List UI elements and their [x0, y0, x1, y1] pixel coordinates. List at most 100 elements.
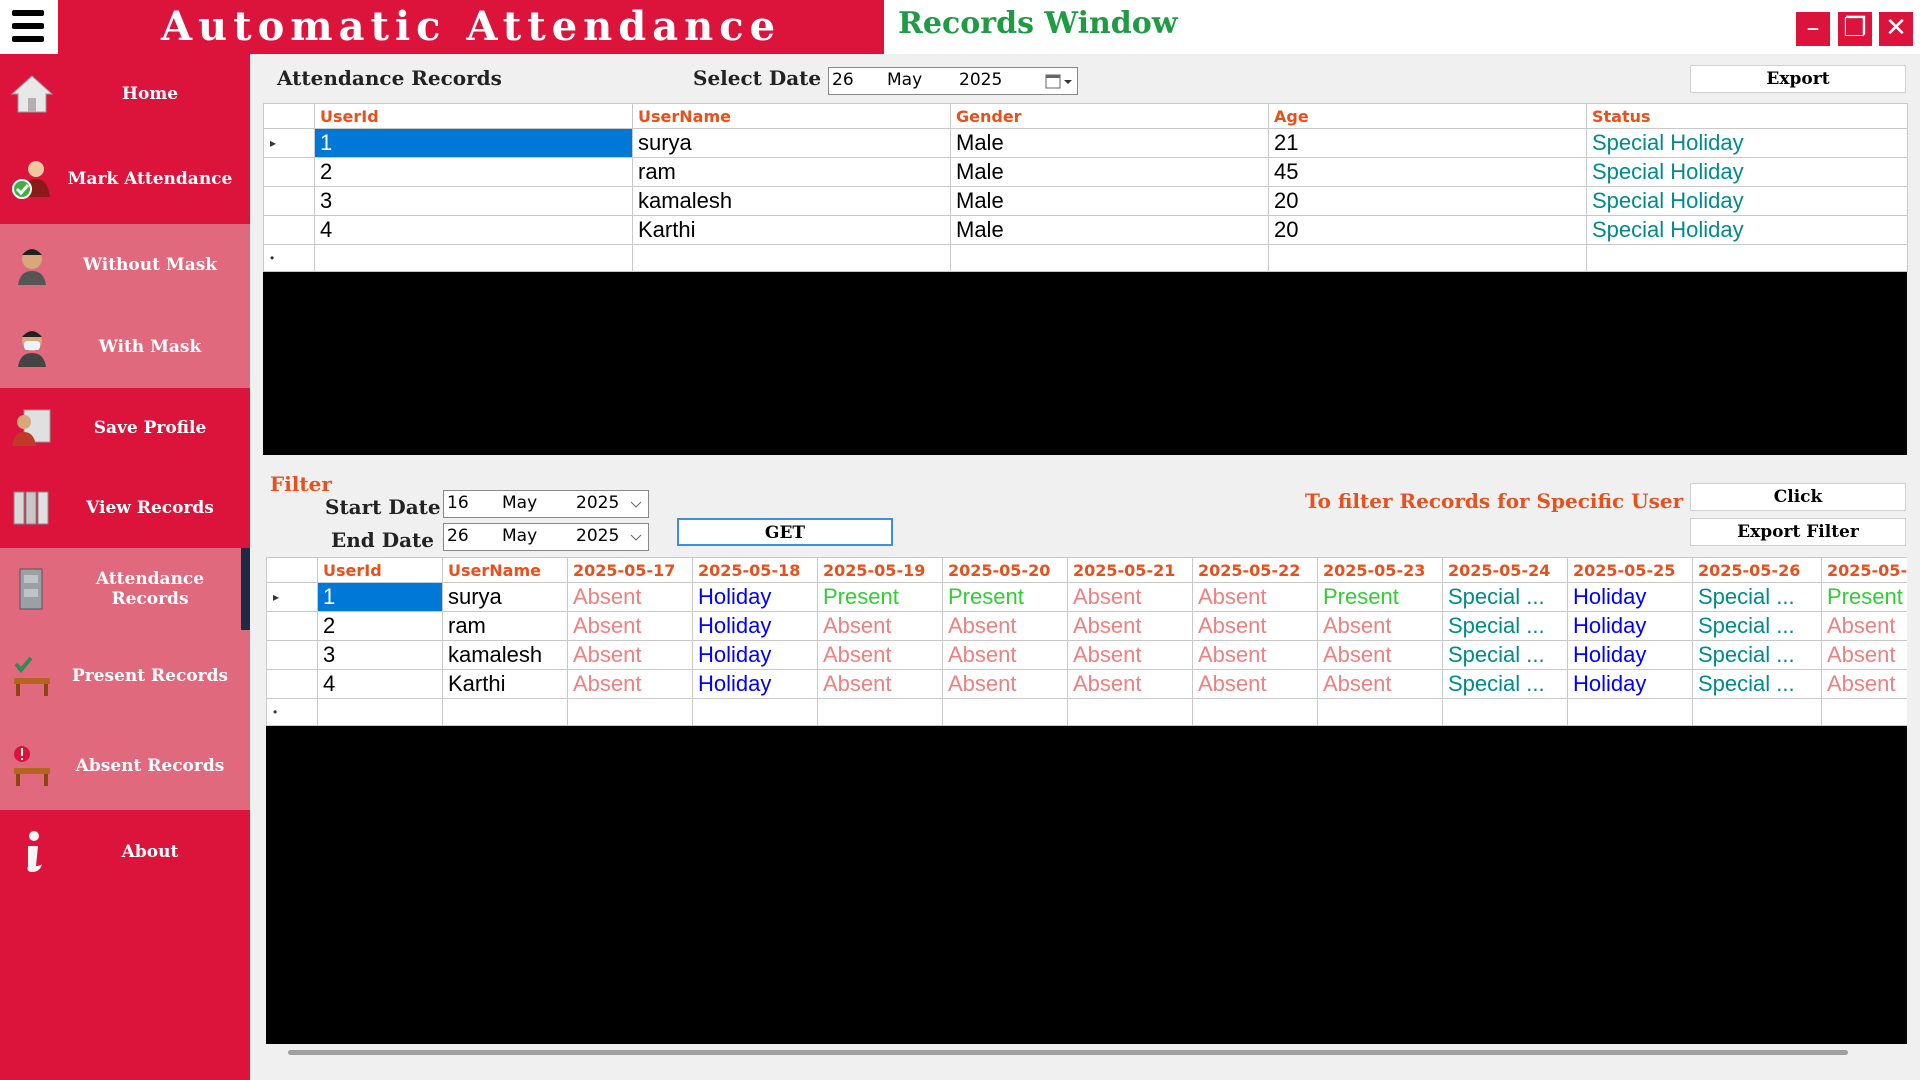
table-cell[interactable]: Absent [1192, 669, 1318, 699]
column-header[interactable]: 2025-05-22 [1192, 557, 1318, 583]
table-cell[interactable] [692, 698, 818, 726]
column-header[interactable]: 2025-05-19 [817, 557, 943, 583]
table-row[interactable]: 3 kamalesh Absent Holiday Absent Absent Absent… [266, 640, 1907, 670]
new-row[interactable]: • [263, 244, 1908, 272]
table-cell[interactable]: Absent [1317, 669, 1443, 699]
table-cell[interactable]: surya [632, 128, 951, 158]
table-cell[interactable]: Absent [567, 582, 693, 612]
horizontal-scrollbar[interactable] [268, 1044, 1908, 1060]
chevron-down-icon[interactable] [630, 500, 642, 510]
table-cell[interactable] [1067, 698, 1193, 726]
chevron-down-icon[interactable] [630, 533, 642, 543]
table-cell[interactable]: Special ... [1442, 611, 1568, 641]
table-cell[interactable]: Absent [1192, 582, 1318, 612]
table-cell[interactable]: Holiday [692, 582, 818, 612]
table-cell[interactable]: 1 [317, 582, 443, 612]
table-cell[interactable]: 2 [317, 611, 443, 641]
table-row[interactable]: ▸ 1 surya Male 21 Special Holiday [263, 128, 1908, 158]
column-header[interactable]: Age [1268, 103, 1587, 129]
table-cell[interactable]: Absent [1821, 640, 1907, 670]
scrollbar-thumb[interactable] [288, 1050, 1848, 1055]
table-cell[interactable] [942, 698, 1068, 726]
sidebar-item-without-mask[interactable]: Without Mask [0, 224, 250, 306]
end-date-picker[interactable]: 26 May 2025 [443, 523, 649, 551]
table-cell[interactable]: Holiday [692, 669, 818, 699]
table-cell[interactable]: Present [1317, 582, 1443, 612]
sidebar-item-present-records[interactable]: Present Records [0, 630, 250, 722]
table-cell[interactable]: Absent [1821, 611, 1907, 641]
export-filter-button[interactable]: Export Filter [1690, 518, 1906, 546]
get-button[interactable]: GET [677, 518, 893, 546]
table-cell[interactable]: Special ... [1692, 611, 1822, 641]
sidebar-item-save-profile[interactable]: Save Profile [0, 388, 250, 468]
table-cell[interactable] [1692, 698, 1822, 726]
table-cell[interactable]: Holiday [692, 640, 818, 670]
menu-icon[interactable] [0, 0, 58, 54]
table-cell[interactable]: Present [942, 582, 1068, 612]
table-cell[interactable] [1268, 244, 1587, 272]
table-cell[interactable]: Absent [1317, 611, 1443, 641]
table-cell[interactable]: Special ... [1442, 640, 1568, 670]
table-cell[interactable]: Absent [942, 611, 1068, 641]
table-cell[interactable] [1317, 698, 1443, 726]
table-cell[interactable]: Holiday [1567, 669, 1693, 699]
row-header[interactable] [266, 669, 318, 699]
table-cell[interactable]: Absent [817, 611, 943, 641]
table-cell[interactable]: 21 [1268, 128, 1587, 158]
column-header[interactable]: 2025-05-1 [1821, 557, 1907, 583]
sidebar-item-view-records[interactable]: View Records [0, 468, 250, 548]
table-cell[interactable]: 4 [314, 215, 633, 245]
table-cell[interactable]: Present [1821, 582, 1907, 612]
table-cell[interactable]: Absent [1067, 640, 1193, 670]
table-cell[interactable] [817, 698, 943, 726]
column-header[interactable]: Gender [950, 103, 1269, 129]
table-cell[interactable]: 20 [1268, 186, 1587, 216]
table-cell[interactable] [442, 698, 568, 726]
table-cell[interactable]: Absent [1067, 582, 1193, 612]
table-cell[interactable]: Present [817, 582, 943, 612]
column-header[interactable]: 2025-05-23 [1317, 557, 1443, 583]
table-row[interactable]: 2 ram Absent Holiday Absent Absent Absent Absen… [266, 611, 1907, 641]
column-header[interactable]: 2025-05-18 [692, 557, 818, 583]
table-cell[interactable]: Special ... [1692, 582, 1822, 612]
column-header[interactable]: UserId [317, 557, 443, 583]
table-cell[interactable]: kamalesh [632, 186, 951, 216]
table-cell[interactable]: Absent [1192, 611, 1318, 641]
table-cell[interactable]: Special Holiday [1586, 128, 1908, 158]
table-cell[interactable]: Holiday [1567, 640, 1693, 670]
sidebar-item-about[interactable]: About [0, 810, 250, 894]
table-cell[interactable] [950, 244, 1269, 272]
table-cell[interactable]: 1 [314, 128, 633, 158]
table-cell[interactable] [314, 244, 633, 272]
column-header[interactable]: UserName [632, 103, 951, 129]
sidebar-item-mark-attendance[interactable]: Mark Attendance [0, 134, 250, 224]
start-date-picker[interactable]: 16 May 2025 [443, 490, 649, 518]
table-cell[interactable]: Absent [942, 640, 1068, 670]
row-header[interactable] [263, 215, 315, 245]
table-cell[interactable]: Absent [567, 669, 693, 699]
row-header[interactable] [263, 186, 315, 216]
table-row[interactable]: 4 Karthi Male 20 Special Holiday [263, 215, 1908, 245]
row-header[interactable]: ▸ [266, 582, 318, 612]
table-cell[interactable]: Holiday [1567, 611, 1693, 641]
table-cell[interactable]: 45 [1268, 157, 1587, 187]
sidebar-item-attendance-records[interactable]: Attendance Records [0, 548, 250, 630]
calendar-icon[interactable] [1045, 74, 1073, 90]
row-header[interactable]: • [266, 698, 318, 726]
table-cell[interactable]: Male [950, 157, 1269, 187]
table-cell[interactable]: Absent [817, 640, 943, 670]
column-header[interactable]: 2025-05-26 [1692, 557, 1822, 583]
table-cell[interactable]: Special ... [1692, 640, 1822, 670]
table-cell[interactable]: Absent [1317, 640, 1443, 670]
table-cell[interactable]: Male [950, 186, 1269, 216]
row-header[interactable]: ▸ [263, 128, 315, 158]
export-button[interactable]: Export [1690, 65, 1906, 93]
table-cell[interactable]: 20 [1268, 215, 1587, 245]
table-cell[interactable]: Absent [1821, 669, 1907, 699]
column-header[interactable]: UserId [314, 103, 633, 129]
table-cell[interactable]: Absent [1192, 640, 1318, 670]
table-cell[interactable] [1442, 698, 1568, 726]
filter-records-grid[interactable]: UserId UserName 2025-05-17 2025-05-18 2025-0… [266, 557, 1907, 1044]
table-cell[interactable]: Absent [942, 669, 1068, 699]
table-cell[interactable]: ram [442, 611, 568, 641]
